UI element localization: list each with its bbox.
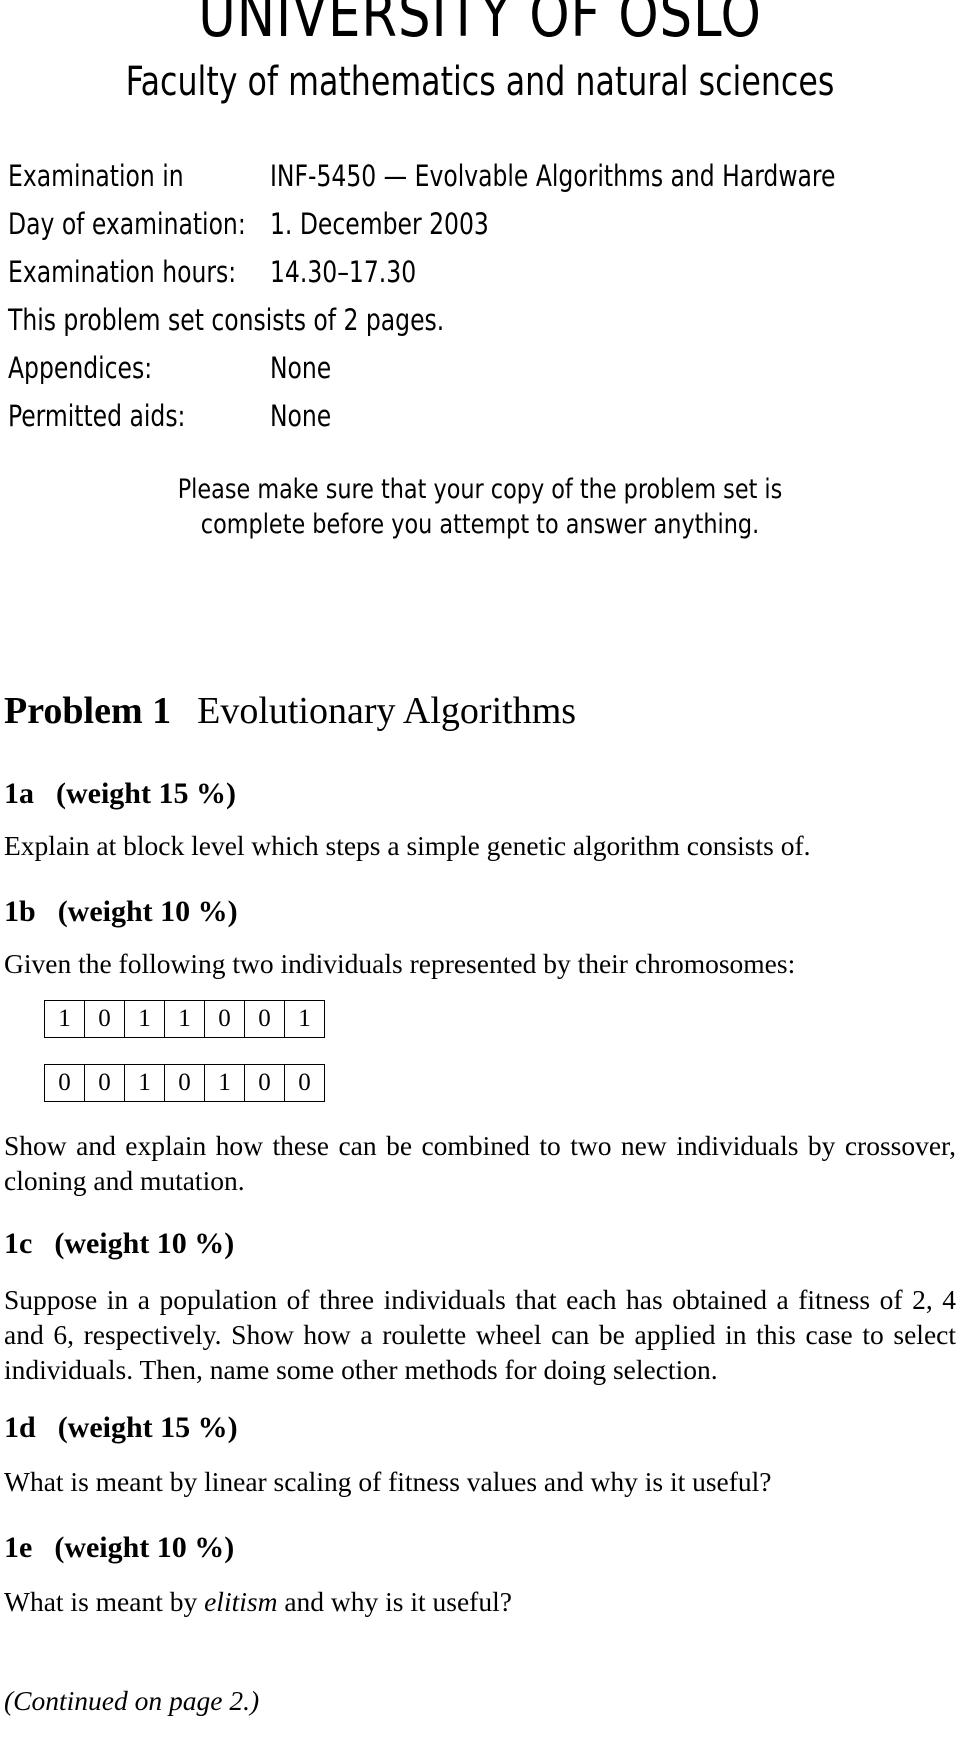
part-1c-text: Suppose in a population of three individ…: [4, 1284, 956, 1385]
examination-in-value: INF-5450 — Evolvable Algorithms and Hard…: [270, 159, 836, 193]
chromosome-1-cell-2: 1: [124, 1000, 165, 1038]
part-1e-text-after: and why is it useful?: [277, 1586, 512, 1617]
part-1d-id: 1d: [4, 1411, 36, 1444]
exam-info-block: Examination in INF-5450 — Evolvable Algo…: [8, 152, 952, 440]
exam-page: UNIVERSITY OF OSLO Faculty of mathematic…: [0, 0, 960, 1746]
completeness-notice: Please make sure that your copy of the p…: [110, 472, 850, 542]
pages-note: This problem set consists of 2 pages.: [8, 303, 445, 337]
completeness-notice-line-2: complete before you attempt to answer an…: [200, 509, 760, 540]
part-1a-text: Explain at block level which steps a sim…: [4, 830, 811, 861]
chromosome-1-cell-1: 0: [84, 1000, 125, 1038]
exam-info-row-appendices: Appendices: None: [8, 344, 952, 392]
part-1d-weight: (weight 15 %): [57, 1411, 238, 1444]
part-1e-emphasis: elitism: [204, 1586, 278, 1617]
continued-note: (Continued on page 2.): [4, 1685, 260, 1716]
part-1c-weight: (weight 10 %): [54, 1227, 235, 1260]
part-1b-intro: Given the following two individuals repr…: [4, 948, 796, 979]
part-1e-id: 1e: [4, 1531, 33, 1564]
faculty-subtitle: Faculty of mathematics and natural scien…: [125, 59, 835, 105]
problem-heading: Problem 1 Evolutionary Algorithms: [4, 690, 577, 732]
exam-info-row-day: Day of examination: 1. December 2003: [8, 200, 952, 248]
part-1d-text: What is meant by linear scaling of fitne…: [4, 1466, 772, 1497]
chromosome-2-cell-6: 0: [284, 1064, 325, 1102]
appendices-label: Appendices:: [8, 351, 153, 385]
chromosome-1-cell-0: 1: [44, 1000, 85, 1038]
permitted-aids-value: None: [270, 399, 332, 433]
chromosome-1-cell-6: 1: [284, 1000, 325, 1038]
chromosome-1-cell-4: 0: [204, 1000, 245, 1038]
exam-info-row-examination-in: Examination in INF-5450 — Evolvable Algo…: [8, 152, 952, 200]
part-1e-weight: (weight 10 %): [54, 1531, 235, 1564]
part-1b-heading: 1b (weight 10 %): [4, 896, 238, 928]
examination-hours-label: Examination hours:: [8, 255, 237, 289]
permitted-aids-label: Permitted aids:: [8, 399, 186, 433]
exam-info-row-pages: This problem set consists of 2 pages.: [8, 296, 952, 344]
chromosome-2-cell-4: 1: [204, 1064, 245, 1102]
chromosome-table-individual-1: 1011001: [44, 1000, 325, 1038]
completeness-notice-line-1: Please make sure that your copy of the p…: [177, 474, 783, 505]
chromosome-2-cell-0: 0: [44, 1064, 85, 1102]
chromosome-2-cell-2: 1: [124, 1064, 165, 1102]
chromosome-table-individual-2: 0010100: [44, 1064, 325, 1102]
part-1e-heading: 1e (weight 10 %): [4, 1532, 234, 1564]
table-row: 0010100: [44, 1064, 325, 1102]
university-title: UNIVERSITY OF OSLO: [198, 0, 762, 51]
exam-info-row-hours: Examination hours: 14.30–17.30: [8, 248, 952, 296]
part-1a-id: 1a: [4, 777, 34, 810]
chromosome-2-cell-5: 0: [244, 1064, 285, 1102]
part-1e-text: What is meant by elitism and why is it u…: [4, 1584, 956, 1619]
chromosome-1-cell-5: 0: [244, 1000, 285, 1038]
day-of-examination-value: 1. December 2003: [270, 207, 489, 241]
part-1c-heading: 1c (weight 10 %): [4, 1228, 234, 1260]
part-1b-id: 1b: [4, 895, 36, 928]
part-1a-heading: 1a (weight 15 %): [4, 778, 236, 810]
day-of-examination-label: Day of examination:: [8, 207, 246, 241]
part-1c-id: 1c: [4, 1227, 33, 1260]
exam-info-row-permitted-aids: Permitted aids: None: [8, 392, 952, 440]
part-1b-weight: (weight 10 %): [57, 895, 238, 928]
appendices-value: None: [270, 351, 332, 385]
part-1d-heading: 1d (weight 15 %): [4, 1412, 238, 1444]
table-row: 1011001: [44, 1000, 325, 1038]
examination-in-label: Examination in: [8, 159, 184, 193]
part-1b-outro: Show and explain how these can be combin…: [4, 1130, 956, 1196]
problem-number: Problem 1: [4, 690, 172, 732]
chromosome-1-cell-3: 1: [164, 1000, 205, 1038]
part-1a-weight: (weight 15 %): [56, 777, 236, 810]
part-1e-text-before: What is meant by: [4, 1586, 205, 1617]
chromosome-2-cell-3: 0: [164, 1064, 205, 1102]
problem-title: Evolutionary Algorithms: [197, 690, 577, 732]
chromosome-2-cell-1: 0: [84, 1064, 125, 1102]
examination-hours-value: 14.30–17.30: [270, 255, 417, 289]
